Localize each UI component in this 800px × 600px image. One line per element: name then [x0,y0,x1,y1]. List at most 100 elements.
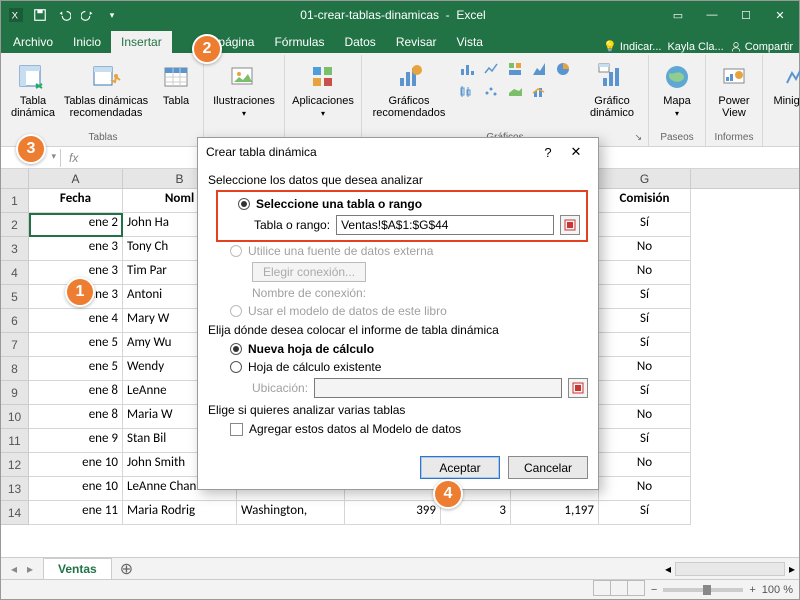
scatter-chart-icon[interactable] [480,81,502,101]
tab-view[interactable]: Vista [447,31,493,53]
pivot-chart-button[interactable]: Gráfico dinámico [582,57,642,119]
hierarchy-chart-icon[interactable] [504,59,526,79]
cell[interactable]: No [599,453,691,477]
recommended-charts-button[interactable]: Gráficos recomendados [368,57,450,119]
tell-me[interactable]: 💡 Indicar... [603,40,661,53]
maximize-icon[interactable]: ☐ [731,5,761,25]
pivot-table-button[interactable]: Tabla dinámica [9,57,57,119]
stats-chart-icon[interactable] [456,81,478,101]
undo-icon[interactable] [53,4,75,26]
cell[interactable]: Sí [599,381,691,405]
cell[interactable]: ene 9 [29,429,123,453]
tab-home[interactable]: Inicio [63,31,111,53]
cell[interactable]: ene 2 [29,213,123,237]
ok-button[interactable]: Aceptar [420,456,500,479]
range-input[interactable] [336,215,554,235]
cell[interactable]: 399 [345,501,441,525]
bar-chart-icon[interactable] [456,59,478,79]
cell[interactable]: No [599,357,691,381]
col-A[interactable]: A [29,169,123,188]
surface-chart-icon[interactable] [504,81,526,101]
cell[interactable]: ene 10 [29,453,123,477]
sheet-nav-prev-icon[interactable]: ◂ [7,562,21,576]
cell[interactable]: No [599,405,691,429]
dialog-help-icon[interactable]: ? [534,145,562,160]
tab-formulas[interactable]: Fórmulas [264,31,334,53]
row-head[interactable]: 14 [1,501,29,525]
pie-chart-icon[interactable] [552,59,574,79]
minimize-icon[interactable]: — [697,5,727,25]
zoom-level[interactable]: 100 % [762,584,793,596]
location-picker-icon[interactable] [568,378,588,398]
map-button[interactable]: Mapa▾ [655,57,699,119]
ribbon-display-icon[interactable]: ▭ [663,5,693,25]
dialog-close-icon[interactable]: ✕ [562,144,590,160]
cell[interactable]: ene 8 [29,381,123,405]
cell[interactable]: Sí [599,333,691,357]
radio-existing-sheet[interactable] [230,361,242,373]
radio-new-sheet[interactable] [230,343,242,355]
row-head[interactable]: 11 [1,429,29,453]
new-sheet-button[interactable]: ⊕ [112,559,141,579]
cell[interactable]: Sí [599,429,691,453]
row-head[interactable]: 9 [1,381,29,405]
power-view-button[interactable]: Power View [712,57,756,119]
table-button[interactable]: Tabla [155,57,197,119]
sheet-nav-next-icon[interactable]: ▸ [23,562,37,576]
cell[interactable]: Comisión [599,189,691,213]
zoom-out-icon[interactable]: − [651,584,657,596]
cell[interactable]: Sí [599,501,691,525]
row-head[interactable]: 3 [1,237,29,261]
fx-icon[interactable]: fx [61,151,86,165]
line-chart-icon[interactable] [480,59,502,79]
radio-external[interactable] [230,245,242,257]
close-icon[interactable]: ✕ [765,5,795,25]
apps-button[interactable]: Aplicaciones▾ [291,57,355,119]
select-all-corner[interactable] [1,169,29,188]
cell[interactable]: Sí [599,285,691,309]
row-head[interactable]: 8 [1,357,29,381]
sheet-tab-ventas[interactable]: Ventas [43,558,112,579]
qat-dropdown-icon[interactable]: ▾ [101,4,123,26]
row-head[interactable]: 12 [1,453,29,477]
range-picker-icon[interactable] [560,215,580,235]
row-head[interactable]: 2 [1,213,29,237]
tab-insert[interactable]: Insertar [111,31,172,53]
recommended-pivot-button[interactable]: Tablas dinámicas recomendadas [63,57,149,119]
cell[interactable]: ene 4 [29,309,123,333]
cell[interactable]: ene 5 [29,333,123,357]
row-head[interactable]: 10 [1,405,29,429]
row-head[interactable]: 7 [1,333,29,357]
checkbox-add-model[interactable] [230,423,243,436]
zoom-in-icon[interactable]: + [749,584,755,596]
row-head[interactable]: 5 [1,285,29,309]
radio-select-range[interactable] [238,198,250,210]
view-buttons[interactable] [594,580,645,599]
cancel-button[interactable]: Cancelar [508,456,588,479]
save-icon[interactable] [29,4,51,26]
cell[interactable]: Sí [599,309,691,333]
cell[interactable]: Fecha [29,189,123,213]
cell[interactable]: ene 8 [29,405,123,429]
cell[interactable]: Maria Rodrig [123,501,237,525]
sparkline-button[interactable]: Minigráfic [769,57,800,119]
row-head[interactable]: 13 [1,477,29,501]
horizontal-scrollbar[interactable]: ◂▸ [661,562,799,576]
cell[interactable]: ene 10 [29,477,123,501]
tab-file[interactable]: Archivo [3,31,63,53]
row-head[interactable]: 1 [1,189,29,213]
tab-review[interactable]: Revisar [386,31,447,53]
user-name[interactable]: Kayla Cla... [667,41,723,53]
zoom-slider[interactable] [663,588,743,592]
illustrations-button[interactable]: Ilustraciones▾ [210,57,278,119]
row-head[interactable]: 6 [1,309,29,333]
cell[interactable]: ene 3 [29,237,123,261]
cell[interactable]: ene 11 [29,501,123,525]
cell[interactable]: 1,197 [511,501,599,525]
cell[interactable]: No [599,261,691,285]
cell[interactable]: ene 5 [29,357,123,381]
row-head[interactable]: 4 [1,261,29,285]
combo-chart-icon[interactable] [528,81,550,101]
tab-data[interactable]: Datos [334,31,385,53]
share-button[interactable]: Compartir [730,41,793,53]
